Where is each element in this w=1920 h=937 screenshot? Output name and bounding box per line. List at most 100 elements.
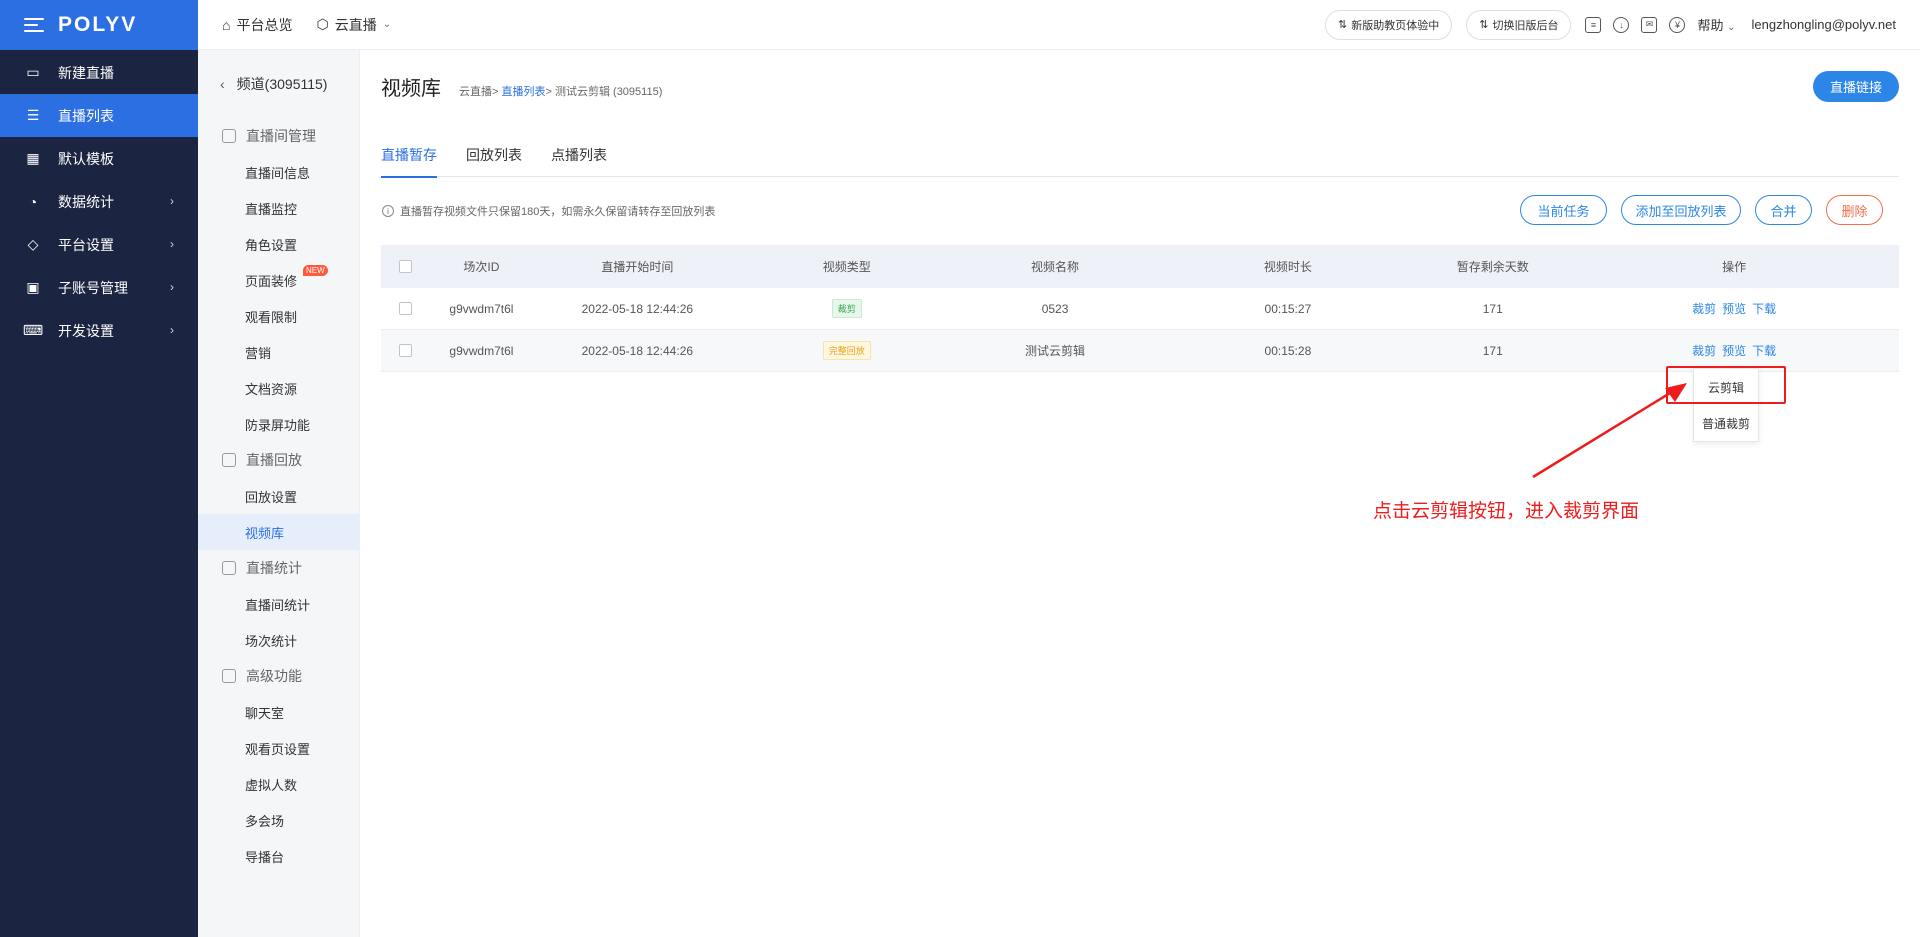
submenu-item[interactable]: 直播监控 — [198, 190, 359, 226]
platform-overview-link[interactable]: ⌂ 平台总览 — [222, 15, 292, 35]
col-header: 场次ID — [463, 260, 500, 274]
nav-item-1[interactable]: ☰ 直播列表 — [0, 94, 198, 137]
cube-icon: ⬡ — [316, 16, 329, 32]
delete-button[interactable]: 删除 — [1826, 195, 1883, 225]
normal-crop-option[interactable]: 普通裁剪 — [1694, 405, 1758, 441]
cloud-live-menu[interactable]: ⬡ 云直播 ⌄ — [316, 15, 391, 35]
top-bar: ⌂ 平台总览 ⬡ 云直播 ⌄ ⇅ 新版助教页体验中 ⇅ 切换旧版后台 ≡ ↓ ✉… — [198, 0, 1920, 50]
new-badge: NEW — [303, 265, 328, 276]
action-bar: 当前任务 添加至回放列表 合并 删除 — [360, 195, 1899, 225]
session-id: g9vwdm7t6l — [449, 301, 514, 316]
row-checkbox[interactable] — [399, 302, 413, 315]
list-icon: ☰ — [26, 107, 40, 123]
row-select-cell — [381, 344, 431, 357]
submenu-item[interactable]: 页面装修 NEW — [198, 262, 359, 298]
submenu-group-3: 高级功能 — [198, 658, 359, 694]
preview-link[interactable]: 预览 — [1722, 344, 1746, 358]
group-icon — [222, 669, 236, 683]
mail-icon[interactable]: ✉ — [1641, 16, 1658, 33]
submenu-item-label: 视频库 — [245, 525, 285, 541]
crumb-live-list[interactable]: 直播列表 — [501, 86, 545, 98]
submenu-item[interactable]: 角色设置 — [198, 226, 359, 262]
row-checkbox[interactable] — [399, 344, 413, 357]
tab-live-temp[interactable]: 直播暂存 — [381, 132, 437, 178]
chevron-right-icon: › — [170, 323, 174, 337]
select-all-checkbox[interactable] — [399, 260, 413, 273]
tab-vod-list[interactable]: 点播列表 — [551, 132, 607, 177]
table-row: g9vwdm7t6l 2022-05-18 12:44:26 裁剪 0523 00:15… — [381, 288, 1899, 330]
live-link-button[interactable]: 直播链接 — [1813, 71, 1899, 102]
submenu-item[interactable]: 聊天室 — [198, 694, 359, 730]
submenu-item[interactable]: 视频库 — [198, 514, 359, 550]
channel-back[interactable]: ‹ 频道(3095115) — [198, 50, 359, 118]
hamburger-menu-icon[interactable] — [24, 18, 44, 32]
coin-icon[interactable]: ¥ — [1669, 16, 1686, 33]
user-account[interactable]: lengzhongling@polyv.net — [1752, 17, 1897, 32]
table-body: g9vwdm7t6l 2022-05-18 12:44:26 裁剪 0523 00:15… — [381, 288, 1899, 372]
submenu-item-label: 虚拟人数 — [245, 777, 298, 793]
submenu-item[interactable]: 场次统计 — [198, 622, 359, 658]
submenu-item[interactable]: 导播台 — [198, 838, 359, 874]
preview-link[interactable]: 预览 — [1722, 302, 1746, 316]
merge-button[interactable]: 合并 — [1755, 195, 1812, 225]
submenu-item-label: 回放设置 — [245, 489, 298, 505]
submenu-item-label: 观看限制 — [245, 309, 298, 325]
nav-item-2[interactable]: ▦ 默认模板 — [0, 137, 198, 180]
submenu-item[interactable]: 营销 — [198, 334, 359, 370]
switch-icon: ⇅ — [1338, 19, 1348, 31]
new-version-button[interactable]: ⇅ 新版助教页体验中 — [1325, 9, 1453, 40]
start-time: 2022-05-18 12:44:26 — [581, 301, 694, 316]
submenu-item[interactable]: 防录屏功能 — [198, 406, 359, 442]
cloud-edit-option[interactable]: 云剪辑 — [1694, 369, 1758, 405]
submenu-item[interactable]: 直播间信息 — [198, 154, 359, 190]
nav-item-5[interactable]: ▣ 子账号管理 › — [0, 266, 198, 309]
current-task-button[interactable]: 当前任务 — [1520, 195, 1607, 225]
col-header: 暂存剩余天数 — [1456, 260, 1529, 274]
submenu-item[interactable]: 回放设置 — [198, 478, 359, 514]
chevron-right-icon: › — [170, 237, 174, 251]
submenu-item-label: 聊天室 — [245, 705, 285, 721]
nav-item-6[interactable]: ⌨ 开发设置 › — [0, 309, 198, 352]
main-content: 视频库 云直播> 直播列表> 测试云剪辑 (3095115) 直播链接 直播暂存… — [360, 50, 1920, 937]
help-menu[interactable]: 帮助 ⌄ — [1697, 15, 1735, 34]
document-icon[interactable]: ≡ — [1585, 16, 1602, 33]
submenu-item[interactable]: 文档资源 — [198, 370, 359, 406]
group-icon — [222, 129, 236, 143]
submenu-item-label: 角色设置 — [245, 237, 298, 253]
nav-item-0[interactable]: ▭ 新建直播 — [0, 51, 198, 94]
chevron-down-icon: ⌄ — [1727, 22, 1736, 33]
chevron-down-icon: ⌄ — [382, 19, 392, 30]
nav-item-3[interactable]: ◔ 数据统计 › — [0, 180, 198, 223]
crop-link[interactable]: 裁剪 — [1692, 302, 1716, 316]
submenu-item[interactable]: 多会场 — [198, 802, 359, 838]
type-cell: 裁剪 — [743, 299, 951, 318]
download-link[interactable]: 下载 — [1752, 302, 1776, 316]
submenu-group-2: 直播统计 — [198, 550, 359, 586]
add-to-playback-button[interactable]: 添加至回放列表 — [1621, 195, 1741, 225]
crop-link[interactable]: 裁剪 — [1692, 344, 1716, 358]
nav-item-label: 平台设置 — [58, 236, 114, 253]
group-icon — [222, 453, 236, 467]
switch-old-button[interactable]: ⇅ 切换旧版后台 — [1466, 9, 1572, 40]
submenu-item[interactable]: 直播间统计 — [198, 586, 359, 622]
download-link[interactable]: 下载 — [1752, 344, 1776, 358]
crumb-cloud-live[interactable]: 云直播 — [459, 86, 492, 98]
submenu-item-label: 多会场 — [245, 813, 285, 829]
video-table: 场次ID 直播开始时间 视频类型 视频名称 视频时长 暂存剩余天数 操作 g9v… — [381, 245, 1899, 372]
template-icon: ▦ — [26, 150, 40, 166]
tab-playback-list[interactable]: 回放列表 — [466, 132, 522, 177]
submenu-item[interactable]: 虚拟人数 — [198, 766, 359, 802]
nav-item-label: 数据统计 — [58, 193, 114, 210]
video-name: 测试云剪辑 — [1025, 344, 1086, 358]
nav-item-4[interactable]: ◇ 平台设置 › — [0, 223, 198, 266]
main-nav: ▭ 新建直播 ☰ 直播列表 ▦ 默认模板 ◔ 数据统计 › ◇ 平台设置 › ▣ 子账号管理 › ⌨ 开发设置 › — [0, 51, 198, 352]
switch-old-label: 切换旧版后台 — [1492, 19, 1559, 32]
crop-dropdown: 云剪辑 普通裁剪 — [1693, 368, 1759, 442]
nav-item-label: 默认模板 — [58, 150, 114, 167]
submenu-item[interactable]: 观看页设置 — [198, 730, 359, 766]
remaining-days: 171 — [1482, 343, 1503, 358]
download-icon[interactable]: ↓ — [1613, 16, 1630, 33]
tab-bar: 直播暂存 回放列表 点播列表 — [381, 132, 1899, 178]
layers-icon: ◇ — [27, 236, 39, 252]
submenu-item[interactable]: 观看限制 — [198, 298, 359, 334]
